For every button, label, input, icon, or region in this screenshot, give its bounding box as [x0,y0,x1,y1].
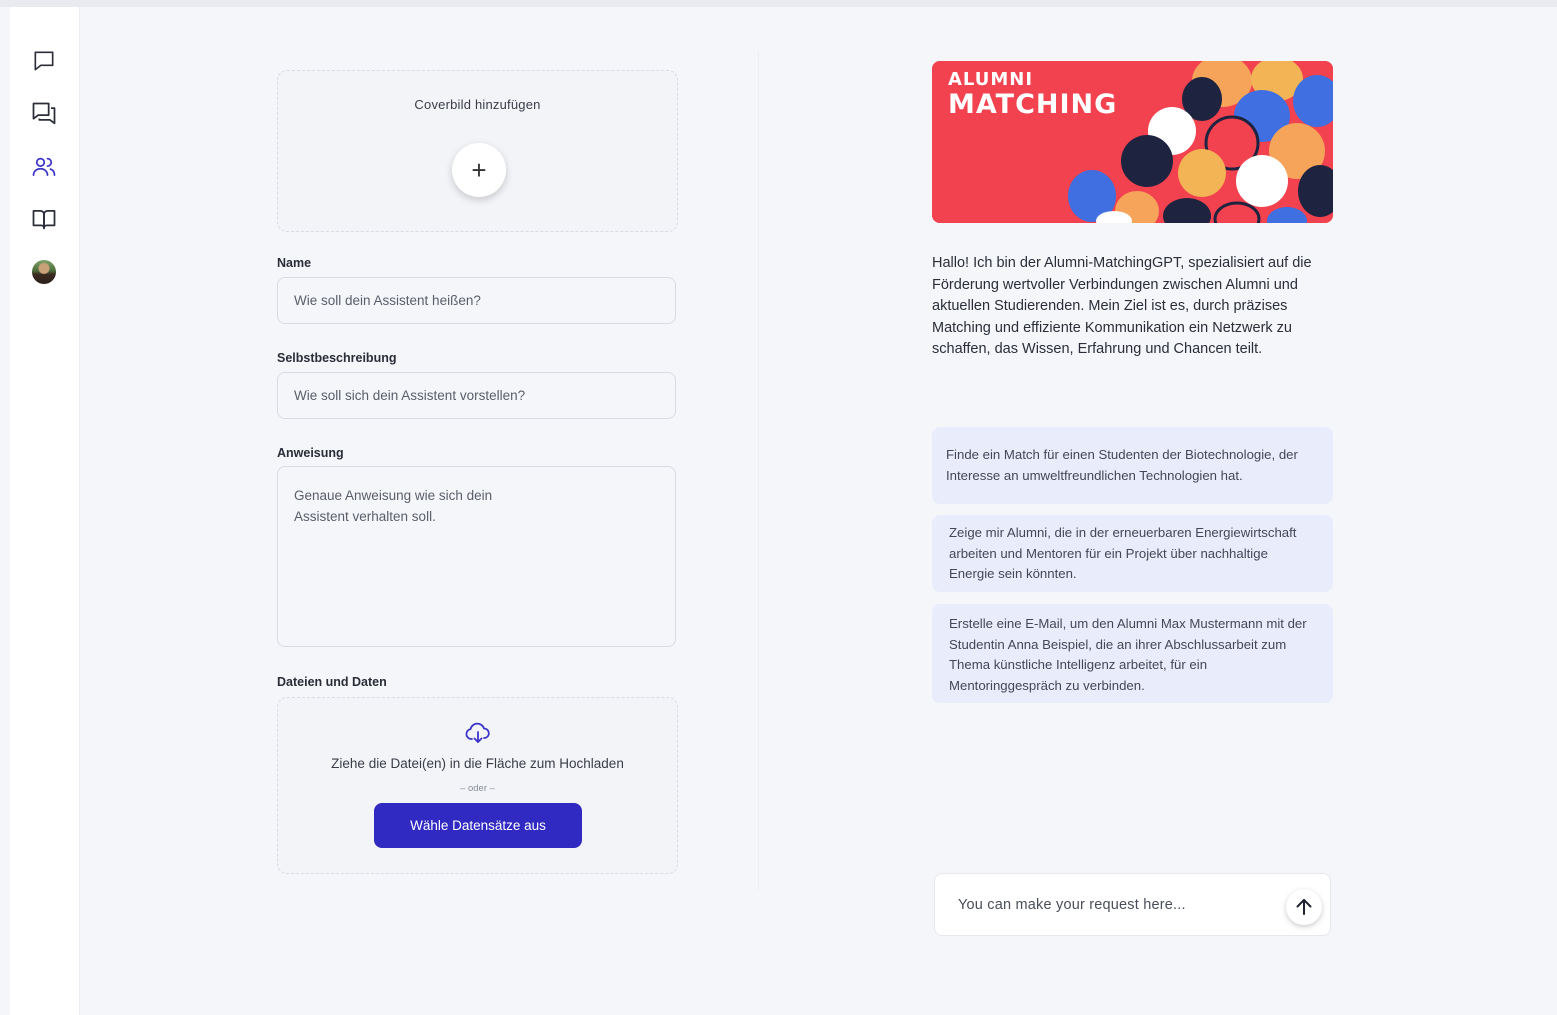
sidebar-item-library[interactable] [29,204,59,234]
add-cover-button[interactable]: + [452,143,506,197]
user-avatar[interactable] [32,260,56,284]
description-placeholder: Wie soll sich dein Assistent vorstellen? [294,388,526,403]
arrow-up-icon [1296,899,1312,915]
cover-image-dropzone[interactable]: Coverbild hinzufügen + [277,70,678,232]
upload-instruction: Ziehe die Datei(en) in die Fläche zum Ho… [331,756,624,771]
banner-title: ALUMNI MATCHING [948,69,1118,120]
assistant-intro: Hallo! Ich bin der Alumni-MatchingGPT, s… [932,255,1312,358]
sidebar-item-users[interactable] [29,152,59,182]
cover-image-label: Coverbild hinzufügen [414,97,541,112]
instruction-textarea[interactable]: Genaue Anweisung wie sich dein Assistent… [277,466,676,647]
sidebar-item-chat[interactable] [29,46,59,76]
send-button[interactable] [1286,889,1322,925]
banner-title-line1: ALUMNI [948,69,1034,90]
chat-input[interactable]: You can make your request here... [934,873,1331,936]
suggestion-text: Erstelle eine E-Mail, um den Alumni Max … [949,616,1307,693]
suggestion-text: Finde ein Match für einen Studenten der … [946,447,1298,483]
sidebar-item-conversations[interactable] [29,99,59,129]
cover-banner: ALUMNI MATCHING [932,61,1333,223]
column-divider [758,50,759,890]
users-icon [32,157,56,177]
conversations-icon [32,102,56,125]
suggestion-card-1[interactable]: Finde ein Match für einen Studenten der … [932,427,1333,504]
top-bar [0,0,1557,7]
upload-or-separator: – oder – [460,783,495,794]
instruction-label: Anweisung [277,446,344,460]
plus-icon: + [471,154,487,185]
files-label: Dateien und Daten [277,675,387,689]
banner-title-line2: MATCHING [948,89,1118,120]
suggestion-card-3[interactable]: Erstelle eine E-Mail, um den Alumni Max … [932,604,1333,703]
instruction-placeholder: Genaue Anweisung wie sich dein Assistent… [294,488,493,524]
suggestion-card-2[interactable]: Zeige mir Alumni, die in der erneuerbare… [932,515,1333,592]
description-input[interactable]: Wie soll sich dein Assistent vorstellen? [277,372,676,419]
name-label: Name [277,256,312,270]
sidebar [10,7,80,1015]
name-placeholder: Wie soll dein Assistent heißen? [294,293,481,308]
description-label: Selbstbeschreibung [277,351,397,365]
cloud-download-icon [465,722,490,743]
select-datasets-button[interactable]: Wähle Datensätze aus [374,803,582,848]
chat-bubble-icon [34,51,54,71]
chat-placeholder[interactable]: You can make your request here... [958,897,1186,913]
file-upload-dropzone[interactable]: Ziehe die Datei(en) in die Fläche zum Ho… [277,697,678,874]
name-input[interactable]: Wie soll dein Assistent heißen? [277,277,676,324]
suggestion-text: Zeige mir Alumni, die in der erneuerbare… [949,525,1297,582]
book-icon [32,209,56,230]
